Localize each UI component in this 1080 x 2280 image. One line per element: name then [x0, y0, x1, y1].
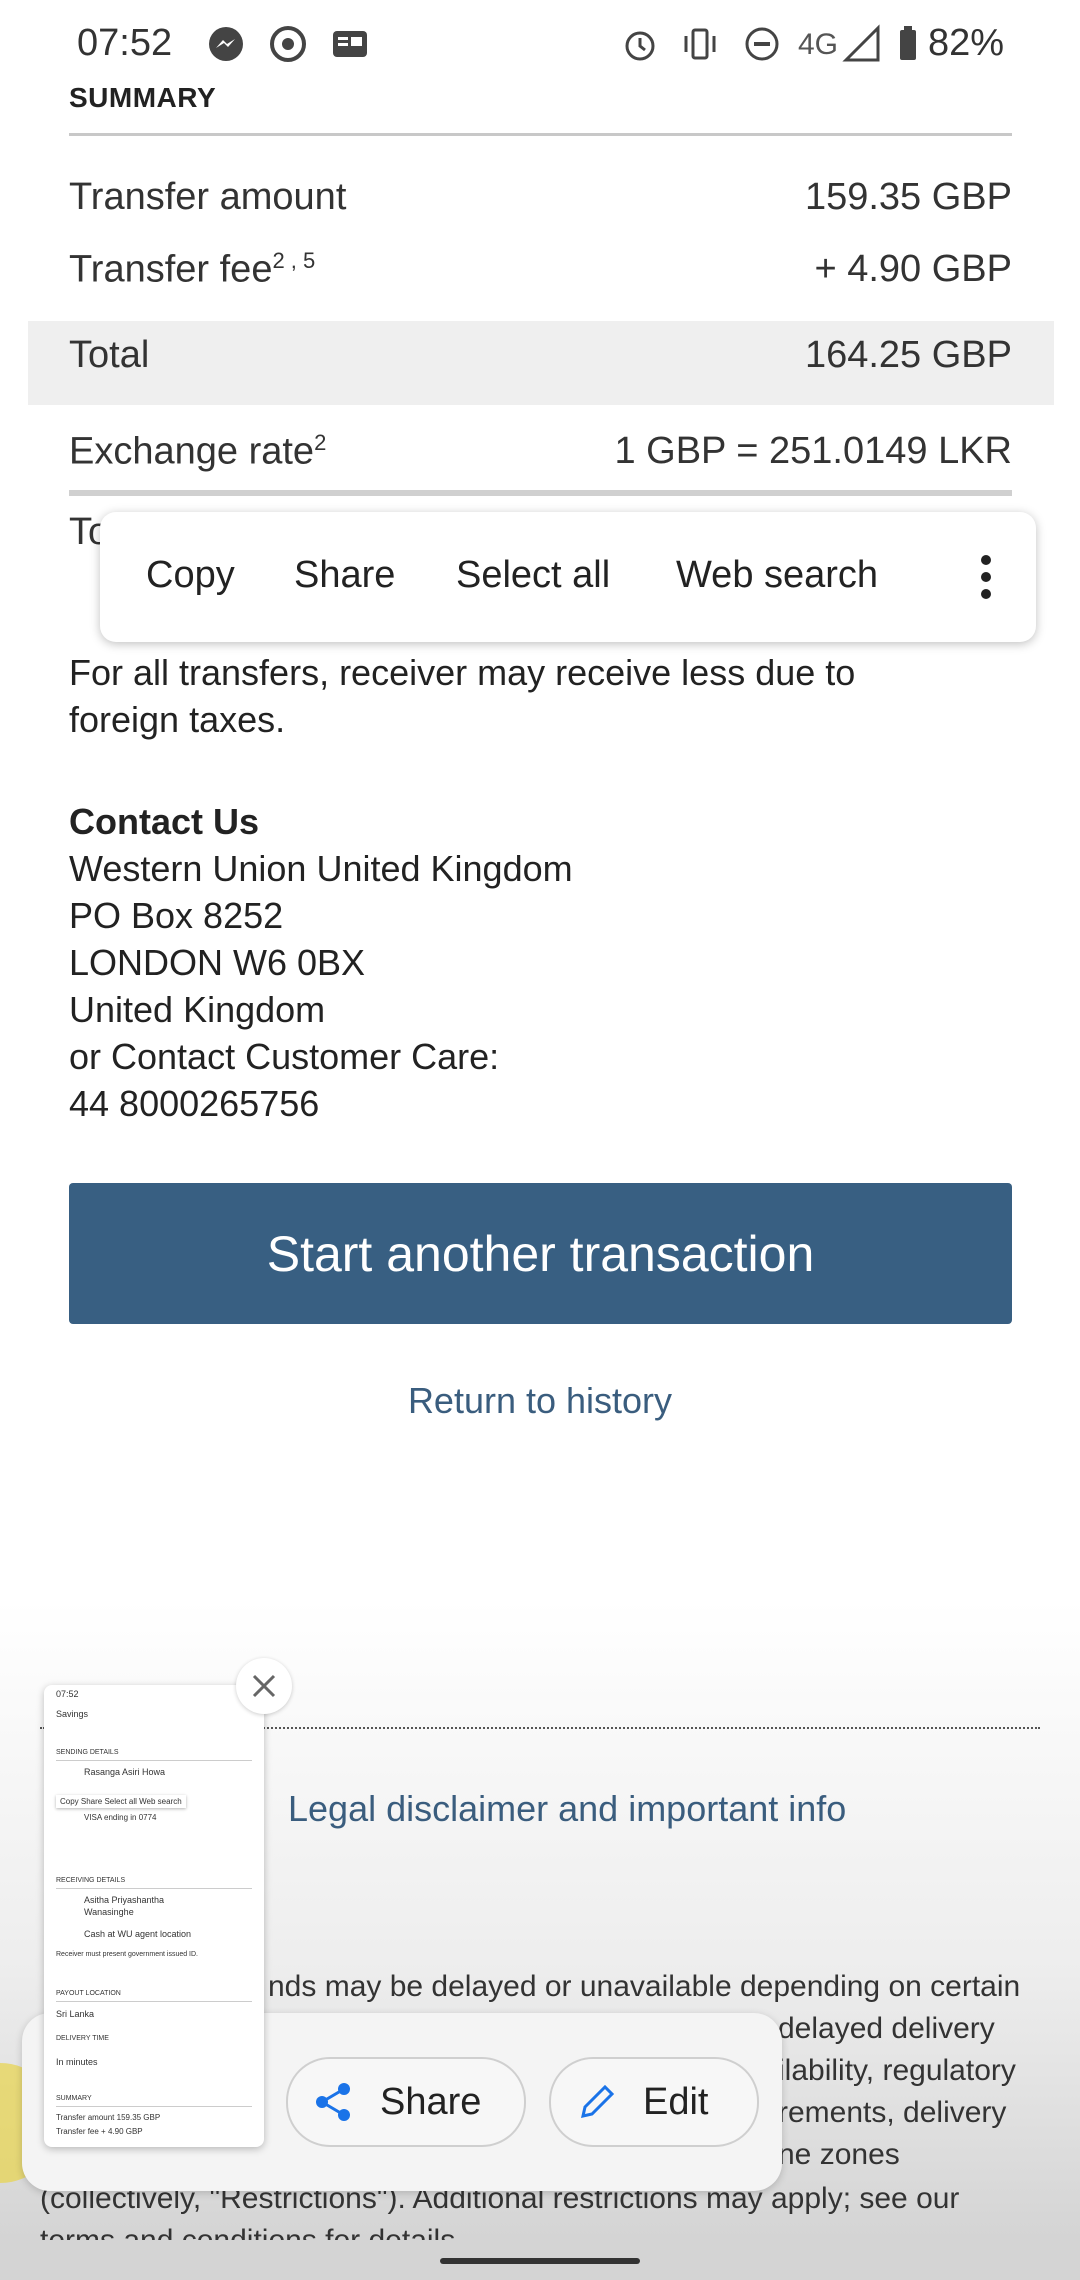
tax-notice: For all transfers, receiver may receive … — [69, 652, 856, 740]
transfer-amount-value: 159.35 GBP — [804, 176, 1012, 218]
messenger-icon — [209, 27, 243, 61]
news-icon — [333, 31, 367, 57]
contact-line: Western Union United Kingdom — [69, 848, 573, 889]
menu-share[interactable]: Share — [294, 554, 395, 597]
footnote-ref: 2 , 5 — [272, 248, 316, 273]
vibrate-icon — [684, 28, 716, 60]
transfer-amount-label: Transfer amount — [69, 176, 347, 218]
contact-title: Contact Us — [69, 801, 260, 842]
signal-icon — [842, 24, 880, 62]
share-icon — [316, 2083, 350, 2121]
text-selection-menu: Copy Share Select all Web search — [100, 512, 1036, 642]
transfer-fee-value: + 4.90 GBP — [814, 248, 1012, 290]
screenshot-thumbnail[interactable]: 07:52 Savings SENDING DETAILS Rasanga As… — [44, 1685, 264, 2147]
chrome-icon — [270, 26, 306, 62]
transfer-fee-label: Transfer fee2 , 5 — [69, 248, 316, 291]
divider — [69, 133, 1012, 136]
exchange-rate-label: Exchange rate2 — [69, 430, 327, 473]
share-label: Share — [380, 2080, 482, 2123]
fine-print: nds may be delayed or unavailable depend… — [268, 1970, 1021, 2003]
menu-select-all[interactable]: Select all — [456, 554, 610, 597]
battery-icon — [900, 26, 916, 60]
home-handle[interactable] — [440, 2258, 640, 2264]
status-bar: 07:52 4G 82% — [0, 0, 1080, 90]
summary-heading: SUMMARY — [69, 82, 217, 113]
contact-line: United Kingdom — [69, 989, 326, 1030]
total-value: 164.25 GBP — [804, 334, 1012, 376]
more-vert-icon[interactable] — [966, 552, 1006, 602]
status-time: 07:52 — [77, 22, 173, 64]
fine-print: ilability, regulatory — [778, 2054, 1016, 2087]
close-thumbnail-button[interactable] — [236, 1658, 292, 1714]
divider — [69, 490, 1012, 496]
start-another-transaction-button[interactable]: Start another transaction — [69, 1183, 1012, 1324]
contact-line: LONDON W6 0BX — [69, 942, 366, 983]
battery-percent: 82% — [928, 22, 1005, 64]
menu-copy[interactable]: Copy — [146, 554, 235, 597]
edit-pencil-icon — [581, 2084, 615, 2118]
do-not-disturb-icon — [745, 27, 779, 61]
legal-disclaimer-link[interactable]: Legal disclaimer and important info — [288, 1788, 846, 1830]
alarm-icon — [625, 31, 655, 61]
share-screenshot-button[interactable]: Share — [286, 2057, 526, 2147]
footnote-ref: 2 — [314, 430, 327, 455]
fine-print: rements, delivery — [778, 2096, 1007, 2129]
exchange-rate-value: 1 GBP = 251.0149 LKR — [614, 430, 1012, 472]
fine-print: ne zones — [778, 2138, 900, 2171]
fine-print: delayed delivery — [778, 2012, 995, 2045]
network-type: 4G — [798, 28, 839, 61]
menu-web-search[interactable]: Web search — [676, 554, 878, 597]
contact-phone[interactable]: 44 8000265756 — [69, 1080, 573, 1127]
edit-label: Edit — [643, 2080, 709, 2123]
return-to-history-link[interactable]: Return to history — [0, 1380, 1080, 1422]
contact-line: PO Box 8252 — [69, 895, 284, 936]
edit-screenshot-button[interactable]: Edit — [549, 2057, 759, 2147]
total-label: Total — [69, 334, 150, 376]
contact-section: Contact Us Western Union United Kingdom … — [69, 798, 573, 1127]
contact-line: or Contact Customer Care: — [69, 1036, 500, 1077]
close-icon — [252, 1674, 276, 1698]
